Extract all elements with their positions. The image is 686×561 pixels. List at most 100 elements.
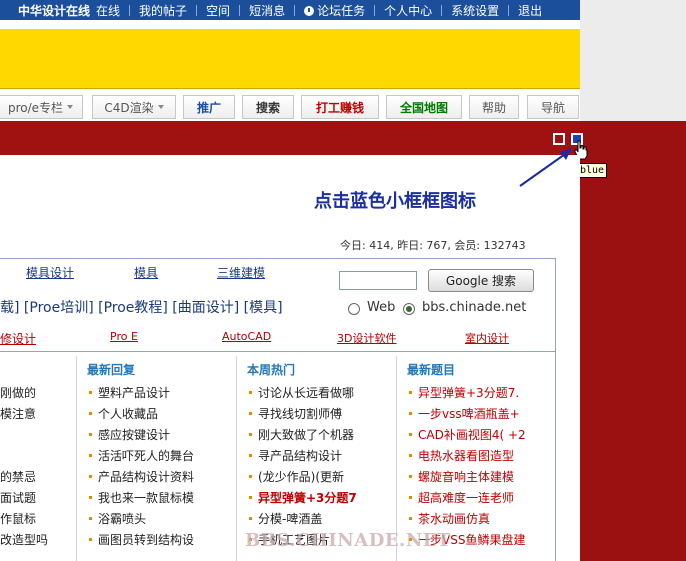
bullet-icon <box>89 433 92 436</box>
nav-messages[interactable]: 短消息 <box>243 2 291 19</box>
radio-site-label: bbs.chinade.net <box>422 300 527 315</box>
list-item[interactable]: 面试题 <box>0 491 36 505</box>
list-item[interactable]: 一步vss啤酒瓶盖+ <box>409 407 520 421</box>
list-item[interactable]: 分模-啤酒盖 <box>249 512 322 526</box>
list-item[interactable]: 异型弹簧+3分题7. <box>409 386 519 400</box>
online-status[interactable]: 在线 <box>96 2 126 19</box>
list-item-label: 产品结构设计资料 <box>98 470 195 484</box>
bullet-icon <box>89 496 92 499</box>
search-input[interactable] <box>339 271 417 290</box>
nav-my-posts[interactable]: 我的帖子 <box>133 2 193 19</box>
list-item[interactable]: 讨论从长远看做哪 <box>249 386 354 400</box>
link-mold-design[interactable]: 模具设计 <box>26 264 74 281</box>
list-item[interactable]: 异型弹簧+3分题7 <box>249 491 357 505</box>
tooltip: blue <box>577 163 607 178</box>
nav-separator <box>294 4 296 16</box>
bullet-icon <box>249 517 252 520</box>
list-item[interactable]: 电热水器看图造型 <box>409 449 514 463</box>
watermark: BBS.CHINADE.NET <box>245 530 451 551</box>
bullet-icon <box>89 517 92 520</box>
tab-promotion[interactable]: 推广 <box>183 95 235 119</box>
list-item-label: 一步vss啤酒瓶盖+ <box>418 407 520 421</box>
list-item[interactable]: 螺旋音响主体建模 <box>409 470 514 484</box>
list-item[interactable]: 寻产品结构设计 <box>249 449 342 463</box>
bullet-icon <box>249 433 252 436</box>
list-item[interactable]: 的禁忌 <box>0 470 36 484</box>
list-item[interactable]: (龙少作品)(更新 <box>249 470 344 484</box>
list-item[interactable]: 模注意 <box>0 407 36 421</box>
list-item[interactable]: 刚大致做了个机器 <box>249 428 354 442</box>
list-item-label: 螺旋音响主体建模 <box>418 470 515 484</box>
link-autocad[interactable]: AutoCAD <box>222 330 271 343</box>
nav-separator <box>374 4 376 16</box>
tab-c4d-render[interactable]: C4D渲染 <box>92 95 176 119</box>
nav-space[interactable]: 空间 <box>200 2 236 19</box>
forum-stats: 今日: 414, 昨日: 767, 会员: 132743 <box>340 239 526 252</box>
bullet-icon <box>89 454 92 457</box>
proe-links[interactable]: 载] [Proe培训] [Proe教程] [曲面设计] [模具] <box>0 297 283 317</box>
tab-proe-column[interactable]: pro/e专栏 <box>0 95 83 119</box>
radio-web[interactable] <box>348 303 360 315</box>
list-item-label: 寻产品结构设计 <box>258 449 343 463</box>
link-pro-e[interactable]: Pro E <box>110 330 138 343</box>
list-item[interactable]: 作鼠标 <box>0 512 36 526</box>
radio-site[interactable] <box>403 303 415 315</box>
link-mold[interactable]: 模具 <box>134 264 158 281</box>
list-item-label: 个人收藏品 <box>98 407 159 421</box>
nav-separator <box>196 4 198 16</box>
bullet-icon <box>409 412 412 415</box>
banner-ad[interactable] <box>0 29 580 89</box>
list-item[interactable]: 茶水动画仿真 <box>409 512 490 526</box>
list-item[interactable]: 浴霸喷头 <box>89 512 146 526</box>
list-item-label: CAD补画视图4( +2 <box>418 428 526 442</box>
list-item[interactable]: 画图员转到结构设 <box>89 533 194 547</box>
tab-label: pro/e专栏 <box>7 100 64 115</box>
bullet-icon <box>249 391 252 394</box>
list-item-label: 浴霸喷头 <box>98 512 147 526</box>
tab-part-time[interactable]: 打工赚钱 <box>301 95 379 119</box>
nav-user-center[interactable]: 个人中心 <box>378 2 438 19</box>
list-item[interactable]: 塑料产品设计 <box>89 386 170 400</box>
link-3d-software[interactable]: 3D设计软件 <box>337 330 396 346</box>
list-item[interactable]: 寻找线切割师傅 <box>249 407 342 421</box>
nav-separator <box>441 4 443 16</box>
list-item[interactable]: 超高难度一连老师 <box>409 491 514 505</box>
list-item[interactable]: 活活吓死人的舞台 <box>89 449 194 463</box>
tab-navigation[interactable]: 导航 <box>527 95 579 119</box>
tab-map[interactable]: 全国地图 <box>386 95 462 119</box>
list-item-label: 活活吓死人的舞台 <box>98 449 195 463</box>
forum-tabs: pro/e专栏 C4D渲染 推广 搜索 打工赚钱 全国地图 帮助 导航 <box>0 95 580 121</box>
nav-forum-tasks-label: 论坛任务 <box>317 3 366 18</box>
bullet-icon <box>409 433 412 436</box>
list-item[interactable]: 改造型吗 <box>0 533 48 547</box>
list-item-label: 超高难度一连老师 <box>418 491 515 505</box>
radio-web-label: Web <box>367 300 396 315</box>
site-brand[interactable]: 中华设计在线 <box>0 2 96 19</box>
google-search-button[interactable]: Google 搜索 <box>428 269 534 292</box>
list-item-label: 分模-啤酒盖 <box>258 512 323 526</box>
list-item[interactable]: 产品结构设计资料 <box>89 470 194 484</box>
tab-label: 打工赚钱 <box>315 100 364 115</box>
nav-settings[interactable]: 系统设置 <box>445 2 505 19</box>
bullet-icon <box>409 475 412 478</box>
list-item[interactable]: CAD补画视图4( +2 <box>409 428 526 442</box>
list-item[interactable]: 个人收藏品 <box>89 407 158 421</box>
list-item[interactable]: 感应按键设计 <box>89 428 170 442</box>
list-item[interactable]: 刚做的 <box>0 386 36 400</box>
nav-separator <box>239 4 241 16</box>
link-interior-design[interactable]: 室内设计 <box>465 330 509 346</box>
nav-logout[interactable]: 退出 <box>512 2 548 19</box>
nav-forum-tasks[interactable]: 论坛任务 <box>298 2 371 19</box>
arrow-icon <box>519 148 572 187</box>
tab-help[interactable]: 帮助 <box>469 95 519 119</box>
list-item[interactable]: 我也来一款鼠标模 <box>89 491 194 505</box>
list-item-label: 塑料产品设计 <box>98 386 171 400</box>
chevron-down-icon <box>67 105 74 109</box>
bullet-icon <box>89 391 92 394</box>
link-3d-modeling[interactable]: 三维建模 <box>217 264 265 281</box>
tab-search[interactable]: 搜索 <box>242 95 294 119</box>
bullet-icon <box>249 412 252 415</box>
bullet-icon <box>409 391 412 394</box>
bullet-icon <box>89 475 92 478</box>
link-design[interactable]: 修设计 <box>0 330 36 347</box>
